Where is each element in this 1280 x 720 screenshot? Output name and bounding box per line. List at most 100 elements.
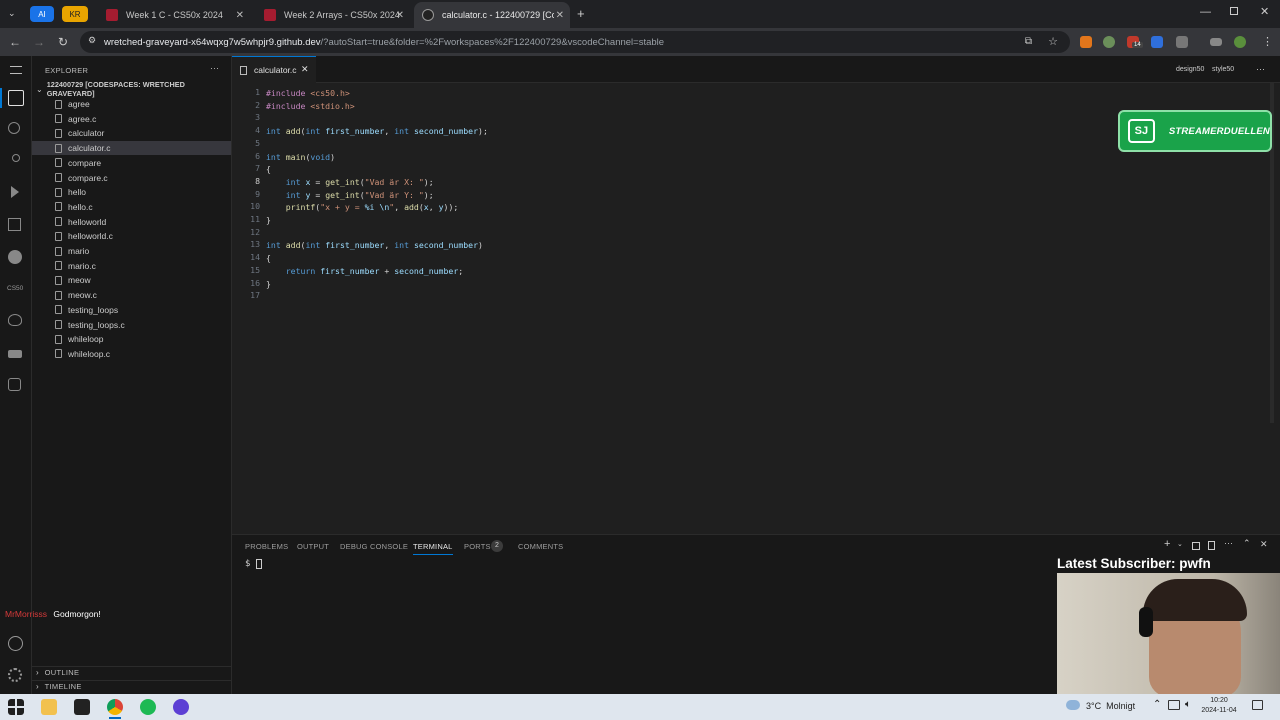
tab-ports[interactable]: PORTS (464, 542, 491, 551)
code-line[interactable]: int add(int first_number, int second_num… (266, 125, 488, 138)
terminal-output[interactable]: $ (245, 559, 263, 569)
code-line[interactable]: #include <cs50.h> (266, 87, 350, 100)
terminal-dropdown-icon[interactable]: ⌄ (1177, 540, 1183, 548)
close-window-icon[interactable]: ✕ (1260, 5, 1269, 18)
bookmark-star-icon[interactable]: ☆ (1048, 35, 1058, 48)
code-line[interactable]: } (266, 214, 271, 227)
close-icon[interactable]: ✕ (236, 10, 244, 21)
new-tab-button[interactable]: + (577, 6, 585, 21)
docker-icon[interactable] (8, 350, 22, 358)
tab-terminal[interactable]: TERMINAL (413, 542, 453, 555)
clock[interactable]: 10:20 2024-11-04 (1200, 696, 1238, 716)
explorer-files-icon[interactable] (8, 90, 24, 106)
more-actions-icon[interactable]: ··· (1256, 64, 1265, 74)
metamask-extension-icon[interactable] (1080, 36, 1092, 48)
tab-group-kr[interactable]: KR (62, 6, 88, 22)
file-explorer-icon[interactable] (41, 699, 57, 715)
explorer-more-icon[interactable]: ··· (210, 63, 219, 73)
extensions-icon[interactable] (8, 218, 21, 231)
trash-icon[interactable] (1208, 541, 1215, 550)
extensions-puzzle-icon[interactable] (1176, 36, 1188, 48)
remote-explorer-icon[interactable] (8, 378, 21, 391)
spotify-icon[interactable] (140, 699, 156, 715)
style50-button[interactable]: style50 (1212, 66, 1234, 73)
account-icon[interactable] (8, 636, 23, 651)
maximize-panel-icon[interactable]: ⌃ (1243, 538, 1251, 549)
code-line[interactable]: int y = get_int("Vad är Y: "); (266, 189, 434, 202)
minimize-icon[interactable]: — (1200, 6, 1211, 18)
weather-icon[interactable] (1066, 700, 1080, 710)
file-item[interactable]: hello (32, 185, 231, 199)
tab-comments[interactable]: COMMENTS (518, 542, 563, 551)
back-icon[interactable]: ← (8, 35, 22, 49)
restore-icon[interactable] (1230, 7, 1238, 15)
search-icon[interactable] (8, 122, 20, 134)
profile-avatar-icon[interactable] (1234, 36, 1246, 48)
tab-output[interactable]: OUTPUT (297, 542, 329, 551)
reading-list-icon[interactable] (1210, 38, 1222, 46)
file-item[interactable]: whileloop (32, 332, 231, 346)
file-item[interactable]: whileloop.c (32, 347, 231, 361)
volume-icon[interactable]: 🔈︎ (1185, 699, 1191, 710)
tray-chevron-icon[interactable]: ⌃ (1153, 699, 1161, 710)
reload-icon[interactable]: ↻ (56, 35, 70, 49)
tab-debug-console[interactable]: DEBUG CONSOLE (340, 542, 408, 551)
code-line[interactable]: } (266, 278, 271, 291)
github-icon[interactable] (8, 250, 22, 264)
tab-search-icon[interactable]: ⌄ (8, 8, 16, 19)
tab-group-ai[interactable]: AI (30, 6, 54, 22)
tab-calculator[interactable]: calculator.c - 122400729 [Code ✕ (414, 2, 570, 28)
twitch-studio-icon[interactable] (74, 699, 90, 715)
file-item[interactable]: testing_loops.c (32, 318, 231, 332)
site-info-icon[interactable]: ⚙ (88, 35, 96, 46)
new-terminal-icon[interactable]: + (1164, 538, 1170, 550)
file-item[interactable]: helloworld (32, 215, 231, 229)
code-line[interactable]: { (266, 163, 271, 176)
settings-gear-icon[interactable] (8, 668, 22, 682)
file-item[interactable]: compare (32, 156, 231, 170)
code-line[interactable]: int x = get_int("Vad är X: "); (266, 176, 434, 189)
network-icon[interactable] (1168, 700, 1180, 710)
close-icon[interactable]: ✕ (396, 10, 404, 21)
file-item[interactable]: meow (32, 273, 231, 287)
chrome-icon[interactable] (107, 699, 123, 715)
code-line[interactable]: return first_number + second_number; (266, 265, 464, 278)
run-debug-icon[interactable] (11, 186, 19, 198)
file-item[interactable]: mario.c (32, 259, 231, 273)
file-item[interactable]: hello.c (32, 200, 231, 214)
timeline-section[interactable]: › TIMELINE (32, 680, 231, 692)
close-icon[interactable]: ✕ (556, 10, 564, 21)
code-line[interactable]: { (266, 252, 271, 265)
url-input[interactable]: ⚙ wretched-graveyard-x64wqxg7w5whpjr9.gi… (80, 31, 1070, 53)
code-line[interactable]: printf("x + y = %i \n", add(x, y)); (266, 201, 459, 214)
tab-week1[interactable]: Week 1 C - CS50x 2024 ✕ (98, 2, 250, 28)
outline-section[interactable]: › OUTLINE (32, 666, 231, 678)
more-icon[interactable]: ··· (1224, 538, 1233, 548)
file-item[interactable]: helloworld.c (32, 229, 231, 243)
menu-icon[interactable] (10, 66, 22, 74)
obs-icon[interactable] (173, 699, 189, 715)
file-item[interactable]: calculator.c (32, 141, 231, 156)
file-item[interactable]: testing_loops (32, 303, 231, 317)
file-item[interactable]: agree (32, 97, 231, 111)
editor-tab-calculator[interactable]: calculator.c ✕ (232, 56, 316, 83)
notifications-icon[interactable] (1252, 700, 1263, 710)
file-item[interactable]: agree.c (32, 112, 231, 126)
file-item[interactable]: meow.c (32, 288, 231, 302)
install-app-icon[interactable]: ⧉ (1025, 36, 1032, 47)
extension-icon[interactable] (1103, 36, 1115, 48)
code-line[interactable]: int add(int first_number, int second_num… (266, 239, 483, 252)
tab-week2[interactable]: Week 2 Arrays - CS50x 2024 ✕ (256, 2, 410, 28)
tab-problems[interactable]: PROBLEMS (245, 542, 288, 551)
code-line[interactable]: int main(void) (266, 151, 335, 164)
file-item[interactable]: compare.c (32, 171, 231, 185)
code-editor[interactable]: #include <cs50.h> #include <stdio.h> int a… (266, 83, 1256, 503)
weather-text[interactable]: 3°C Molnigt (1086, 701, 1135, 711)
bluetooth-extension-icon[interactable] (1151, 36, 1163, 48)
source-control-icon[interactable] (12, 154, 20, 162)
split-terminal-icon[interactable] (1192, 542, 1200, 550)
close-tab-icon[interactable]: ✕ (301, 64, 309, 75)
file-item[interactable]: calculator (32, 126, 231, 140)
browser-menu-icon[interactable]: ⋮ (1262, 35, 1273, 48)
code-line[interactable]: #include <stdio.h> (266, 100, 355, 113)
